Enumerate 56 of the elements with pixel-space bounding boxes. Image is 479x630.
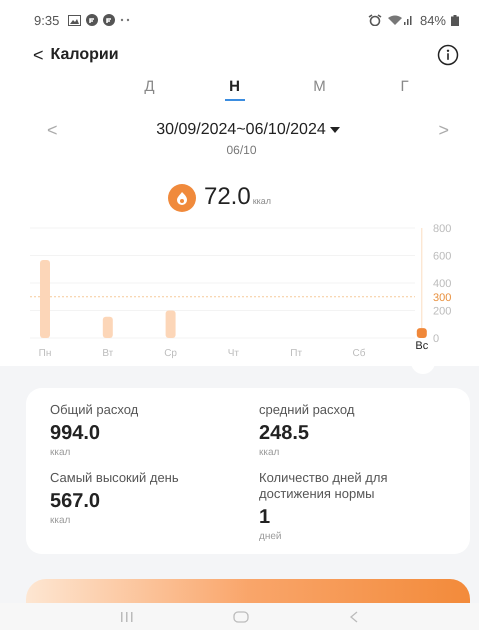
- selected-date: 06/10: [225, 143, 258, 159]
- bar[interactable]: [166, 310, 176, 338]
- axis-label: 800: [433, 223, 452, 235]
- battery-icon: [451, 14, 459, 26]
- app-icon: [103, 14, 116, 26]
- more-icon: [120, 18, 130, 22]
- stat-label: средний расход: [259, 402, 356, 418]
- image-icon: [68, 14, 82, 26]
- signal-icon: [386, 14, 413, 26]
- banner[interactable]: [26, 579, 470, 603]
- bar[interactable]: [416, 328, 427, 338]
- info-icon[interactable]: [437, 44, 459, 66]
- flame-icon: [168, 184, 196, 212]
- caret-icon: [330, 126, 340, 134]
- axis-label: 200: [433, 306, 452, 318]
- previous-button[interactable]: <: [47, 120, 58, 140]
- stat-unit: ккал: [50, 447, 72, 458]
- period-tab[interactable]: Д: [107, 78, 192, 107]
- period-tab[interactable]: Н: [192, 78, 277, 107]
- stat-value: 994.0: [50, 422, 102, 445]
- day-label: Пн: [38, 348, 52, 359]
- goal-label: 300: [433, 292, 452, 304]
- day-label: Чт: [228, 348, 240, 359]
- home-icon[interactable]: [233, 610, 250, 622]
- axis-label: 600: [433, 250, 452, 262]
- stat-value: 248.5: [259, 422, 310, 445]
- axis-label: 0: [433, 333, 440, 345]
- bar[interactable]: [102, 316, 113, 338]
- day-label: Вт: [102, 348, 114, 359]
- next-button[interactable]: >: [438, 120, 449, 140]
- stat-label: Количество дней для достижения нормы: [259, 470, 389, 502]
- stat-value: 1: [259, 506, 272, 529]
- stat-value: 567.0: [50, 490, 102, 513]
- alarm-icon: [368, 14, 382, 26]
- stat-label: Самый высокий день: [50, 470, 180, 486]
- calorie-unit: ккал: [252, 196, 272, 206]
- back-icon[interactable]: [349, 610, 360, 622]
- axis-label: 400: [433, 278, 452, 290]
- day-label: Вс: [415, 340, 428, 352]
- day-label: Пт: [290, 348, 302, 359]
- battery-percent: 84%: [420, 12, 446, 28]
- stat-unit: дней: [259, 531, 283, 542]
- recent-apps-icon[interactable]: [120, 610, 134, 622]
- status-time: 9:35: [34, 12, 60, 28]
- page-title: Калории: [50, 46, 119, 64]
- day-label: Сб: [352, 348, 366, 359]
- stat-unit: ккал: [50, 515, 72, 526]
- calorie-value: 72.0: [204, 183, 251, 211]
- date-range-dropdown[interactable]: 30/09/2024~06/10/2024: [156, 121, 340, 139]
- period-tab[interactable]: Г: [362, 78, 447, 107]
- period-tab[interactable]: М: [277, 78, 362, 107]
- stat-unit: ккал: [259, 447, 280, 458]
- app-icon: [86, 14, 98, 26]
- stat-label: Общий расход: [50, 402, 140, 418]
- back-button[interactable]: <: [33, 44, 44, 66]
- day-label: Ср: [164, 348, 177, 359]
